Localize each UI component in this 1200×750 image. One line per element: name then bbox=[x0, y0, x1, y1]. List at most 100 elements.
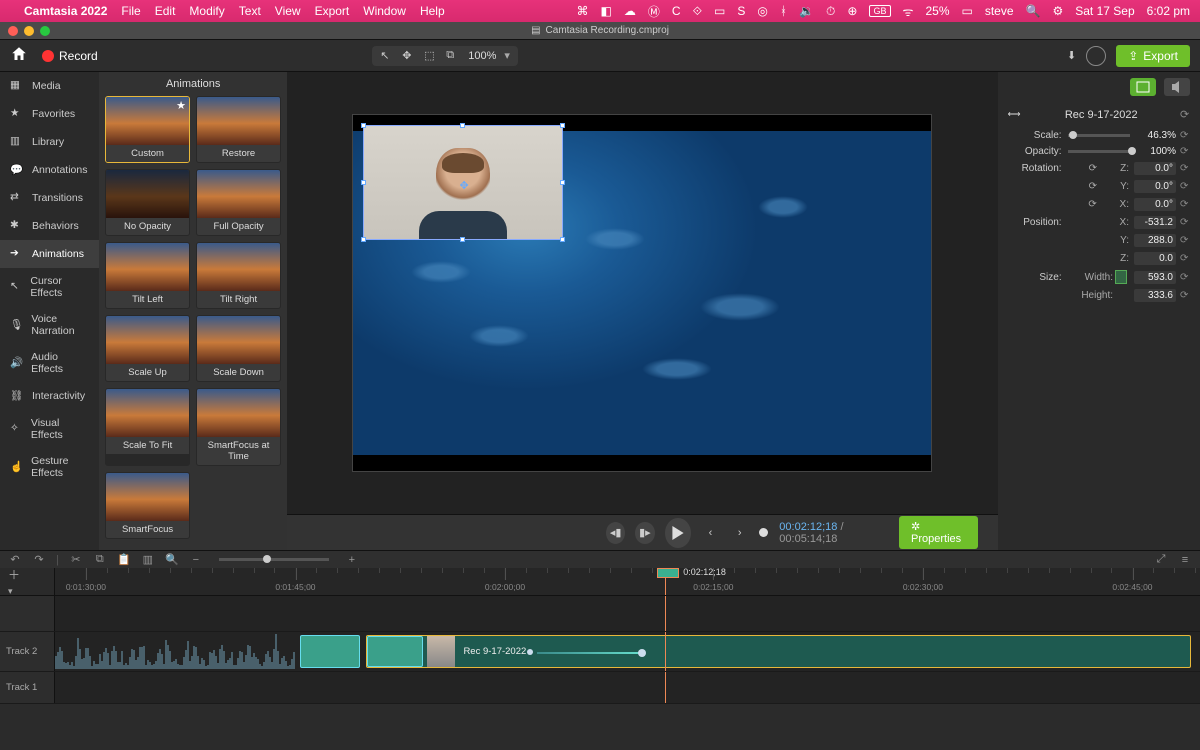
reset-button[interactable]: ⟳ bbox=[1180, 217, 1190, 228]
anim-tile-scale-down[interactable]: Scale Down bbox=[196, 315, 281, 382]
undo-button[interactable]: ↶ bbox=[8, 554, 22, 566]
rotate-x-dial[interactable]: ⟳ bbox=[1088, 199, 1096, 210]
scale-value[interactable]: 46.3% bbox=[1136, 130, 1176, 141]
status-icon[interactable]: ⌘ bbox=[577, 4, 589, 18]
resize-handle[interactable] bbox=[560, 237, 565, 242]
canvas-frame[interactable]: ✥ bbox=[352, 114, 932, 472]
rotate-y-dial[interactable]: ⟳ bbox=[1089, 181, 1097, 192]
rail-item-favorites[interactable]: ★Favorites bbox=[0, 100, 99, 128]
redo-button[interactable]: ↷ bbox=[32, 554, 46, 566]
step-back-button[interactable]: ‹ bbox=[701, 522, 720, 544]
anim-tile-scale-up[interactable]: Scale Up bbox=[105, 315, 190, 382]
anim-tile-smartfocus[interactable]: SmartFocus bbox=[105, 472, 190, 539]
spotlight-icon[interactable]: 🔍 bbox=[1026, 4, 1041, 18]
reset-button[interactable]: ⟳ bbox=[1180, 163, 1190, 174]
bluetooth-icon[interactable]: ᚼ bbox=[780, 4, 787, 18]
status-icon[interactable]: ▭ bbox=[714, 4, 725, 18]
main-clip[interactable]: Rec 9-17-2022 bbox=[366, 635, 1190, 668]
rotation-y-value[interactable]: 0.0° bbox=[1134, 180, 1176, 193]
anim-tile-no-opacity[interactable]: No Opacity bbox=[105, 169, 190, 236]
rail-item-cursor-effects[interactable]: ↖Cursor Effects bbox=[0, 268, 99, 306]
app-menu[interactable]: Camtasia 2022 bbox=[24, 4, 107, 18]
menu-export[interactable]: Export bbox=[315, 4, 350, 18]
menu-view[interactable]: View bbox=[275, 4, 301, 18]
timeline-zoom-slider[interactable] bbox=[219, 558, 329, 561]
zoom-fit-button[interactable]: 🔍 bbox=[165, 554, 179, 566]
resize-handle[interactable] bbox=[361, 237, 366, 242]
account-avatar[interactable] bbox=[1086, 46, 1106, 66]
status-icon[interactable]: ◎ bbox=[757, 4, 767, 18]
split-button[interactable]: ▥ bbox=[141, 554, 155, 566]
zoom-dropdown-icon[interactable]: ▾ bbox=[504, 49, 510, 62]
anim-tile-full-opacity[interactable]: Full Opacity bbox=[196, 169, 281, 236]
rotation-x-value[interactable]: 0.0° bbox=[1134, 198, 1176, 211]
expand-icon[interactable]: ⟷ bbox=[1008, 109, 1021, 120]
track-empty[interactable] bbox=[55, 596, 1200, 631]
anim-tile-scale-to-fit[interactable]: Scale To Fit bbox=[105, 388, 190, 466]
track-2-body[interactable]: Rec 9-17-2022 bbox=[55, 632, 1200, 671]
cut-button[interactable]: ✂ bbox=[69, 554, 83, 566]
rail-item-gesture-effects[interactable]: ☝Gesture Effects bbox=[0, 448, 99, 486]
reset-button[interactable]: ⟳ bbox=[1180, 146, 1190, 157]
add-track-button[interactable]: ＋ bbox=[8, 566, 54, 583]
opacity-value[interactable]: 100% bbox=[1136, 146, 1176, 157]
globe-icon[interactable]: ⊕ bbox=[847, 4, 857, 18]
reset-button[interactable]: ⟳ bbox=[1180, 235, 1190, 246]
anim-tile-tilt-left[interactable]: Tilt Left bbox=[105, 242, 190, 309]
rail-item-animations[interactable]: ➔Animations bbox=[0, 240, 99, 268]
menu-window[interactable]: Window bbox=[363, 4, 406, 18]
animation-arrow[interactable] bbox=[537, 652, 642, 654]
status-icon[interactable]: ⟐ bbox=[693, 4, 702, 19]
resize-handle[interactable] bbox=[460, 237, 465, 242]
anim-tile-tilt-right[interactable]: Tilt Right bbox=[196, 242, 281, 309]
paste-button[interactable]: 📋 bbox=[117, 554, 131, 566]
minimize-window-button[interactable] bbox=[24, 26, 34, 36]
battery-icon[interactable]: ▭ bbox=[962, 4, 973, 18]
cursor-tool-icon[interactable]: ↖ bbox=[380, 49, 394, 63]
rail-item-voice-narration[interactable]: 🎙Voice Narration bbox=[0, 306, 99, 344]
rail-item-behaviors[interactable]: ✱Behaviors bbox=[0, 212, 99, 240]
rail-item-annotations[interactable]: 💬Annotations bbox=[0, 156, 99, 184]
rail-item-interactivity[interactable]: ⛓Interactivity bbox=[0, 382, 99, 410]
width-value[interactable]: 593.0 bbox=[1134, 271, 1176, 284]
user-label[interactable]: steve bbox=[985, 4, 1014, 18]
audio-properties-tab[interactable] bbox=[1164, 78, 1190, 96]
resize-handle[interactable] bbox=[361, 123, 366, 128]
home-button[interactable] bbox=[10, 45, 28, 66]
rotate-z-dial[interactable]: ⟳ bbox=[1089, 163, 1097, 174]
menu-edit[interactable]: Edit bbox=[155, 4, 176, 18]
reset-button[interactable]: ⟳ bbox=[1180, 199, 1190, 210]
anim-tile-custom[interactable]: ★Custom bbox=[105, 96, 190, 163]
wifi-icon[interactable]: ᯤ bbox=[903, 3, 914, 20]
detach-timeline-button[interactable]: ⤢ bbox=[1154, 554, 1168, 566]
reset-button[interactable]: ⟳ bbox=[1180, 130, 1190, 141]
resize-handle[interactable] bbox=[560, 123, 565, 128]
anim-tile-smartfocus-at-time[interactable]: SmartFocus at Time bbox=[196, 388, 281, 466]
rail-item-visual-effects[interactable]: ✧Visual Effects bbox=[0, 410, 99, 448]
properties-button[interactable]: ✲ Properties bbox=[899, 516, 978, 549]
status-icon[interactable]: ☁ bbox=[624, 4, 636, 18]
menu-help[interactable]: Help bbox=[420, 4, 445, 18]
time-ruler[interactable]: 0:02:12;18 0:01:30;000:01:45;000:02:00;0… bbox=[55, 568, 1200, 595]
resize-handle[interactable] bbox=[460, 123, 465, 128]
opacity-slider[interactable] bbox=[1068, 150, 1130, 153]
zoom-window-button[interactable] bbox=[40, 26, 50, 36]
zoom-in-button[interactable]: + bbox=[345, 554, 359, 566]
status-icon[interactable]: S bbox=[737, 4, 745, 18]
volume-icon[interactable]: 🔉 bbox=[799, 4, 814, 18]
rail-item-media[interactable]: ▦Media bbox=[0, 72, 99, 100]
control-center-icon[interactable]: ⚙ bbox=[1052, 4, 1063, 18]
reset-all-button[interactable]: ⟳ bbox=[1180, 108, 1190, 121]
move-handle-icon[interactable]: ✥ bbox=[459, 179, 468, 192]
clip-segment[interactable] bbox=[300, 635, 360, 668]
date-label[interactable]: Sat 17 Sep bbox=[1075, 4, 1134, 18]
pos-y-value[interactable]: 288.0 bbox=[1134, 234, 1176, 247]
track-2-header[interactable]: Track 2 bbox=[0, 632, 55, 671]
hand-tool-icon[interactable]: ✥ bbox=[402, 49, 416, 63]
status-icon[interactable]: Ⓜ bbox=[648, 3, 660, 20]
timeline-menu-button[interactable]: ≡ bbox=[1178, 554, 1192, 566]
pip-clip[interactable]: ✥ bbox=[363, 125, 563, 240]
canvas-zoom-value[interactable]: 100% bbox=[468, 50, 496, 62]
status-icon[interactable]: ◧ bbox=[601, 4, 612, 18]
crop-tool-icon[interactable]: ⬚ bbox=[424, 49, 438, 63]
